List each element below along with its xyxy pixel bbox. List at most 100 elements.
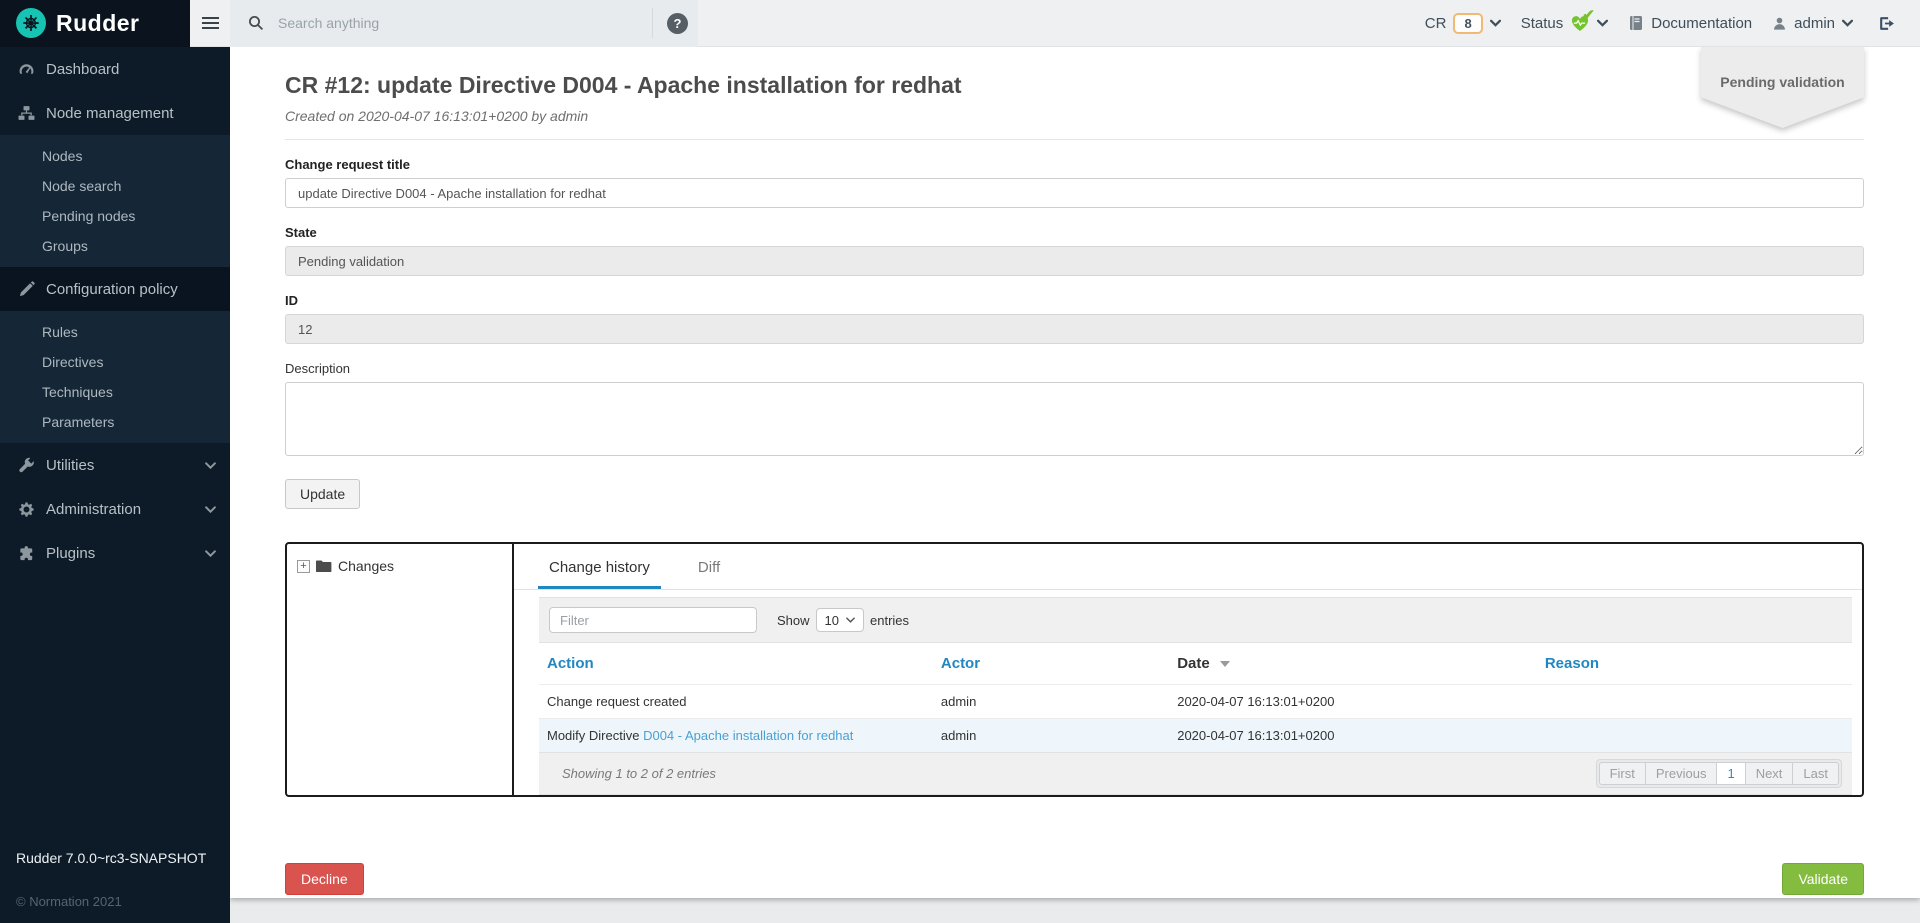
pagination: First Previous 1 Next Last xyxy=(1596,759,1842,788)
brand[interactable]: ⎈ Rudder xyxy=(0,0,190,47)
gear-icon xyxy=(18,501,35,518)
pagination-previous-button[interactable]: Previous xyxy=(1645,762,1718,785)
pagination-last-button[interactable]: Last xyxy=(1792,762,1839,785)
rudder-logo-icon: ⎈ xyxy=(16,8,46,38)
documentation-link[interactable]: Documentation xyxy=(1622,15,1758,32)
pagination-page-1-button[interactable]: 1 xyxy=(1716,762,1745,785)
documentation-label: Documentation xyxy=(1651,15,1752,32)
table-row: Modify Directive D004 - Apache installat… xyxy=(539,719,1852,753)
cr-title-label: Change request title xyxy=(285,157,1864,172)
sidebar-item-utilities[interactable]: Utilities xyxy=(0,443,230,487)
status-menu[interactable]: Status ✔ xyxy=(1515,15,1615,32)
show-label: Show xyxy=(777,613,810,628)
page-subtitle: Created on 2020-04-07 16:13:01+0200 by a… xyxy=(285,108,1864,124)
description-textarea[interactable] xyxy=(285,382,1864,456)
chevron-down-icon xyxy=(1597,19,1608,27)
book-icon xyxy=(1628,15,1644,31)
column-header-action[interactable]: Action xyxy=(539,643,933,685)
directive-link[interactable]: D004 - Apache installation for redhat xyxy=(643,728,853,743)
sidebar-item-groups[interactable]: Groups xyxy=(0,231,230,261)
sidebar-item-pending-nodes[interactable]: Pending nodes xyxy=(0,201,230,231)
tree-expand-icon[interactable]: + xyxy=(297,560,310,573)
date-cell: 2020-04-07 16:13:01+0200 xyxy=(1169,685,1537,719)
topbar: ⎈ Rudder ? CR 8 Status ✔ xyxy=(0,0,1920,47)
help-icon[interactable]: ? xyxy=(667,13,688,34)
actor-cell: admin xyxy=(933,719,1169,753)
page-size-control: Show 10 entries xyxy=(777,608,909,632)
search-input[interactable] xyxy=(278,15,638,31)
sidebar-item-node-management[interactable]: Node management xyxy=(0,91,230,135)
gauge-icon xyxy=(18,61,35,78)
column-header-date[interactable]: Date xyxy=(1169,643,1537,685)
sidebar-item-node-search[interactable]: Node search xyxy=(0,171,230,201)
table-toolbar: Show 10 entries xyxy=(539,597,1852,643)
pagination-next-button[interactable]: Next xyxy=(1745,762,1794,785)
logout-button[interactable] xyxy=(1867,15,1906,32)
sidebar-item-parameters[interactable]: Parameters xyxy=(0,407,230,437)
id-label: ID xyxy=(285,293,1864,308)
changes-panel: + Changes Change history Diff xyxy=(285,542,1864,797)
page-title: CR #12: update Directive D004 - Apache i… xyxy=(285,47,1864,99)
decline-button[interactable]: Decline xyxy=(285,863,364,895)
tab-change-history[interactable]: Change history xyxy=(538,559,661,589)
version-label: Rudder 7.0.0~rc3-SNAPSHOT xyxy=(16,850,230,866)
date-header-label: Date xyxy=(1177,655,1210,672)
change-requests-menu[interactable]: CR 8 xyxy=(1419,13,1507,34)
sidebar-item-nodes[interactable]: Nodes xyxy=(0,141,230,171)
state-ribbon-label: Pending validation xyxy=(1701,47,1864,128)
table-row: Change request created admin 2020-04-07 … xyxy=(539,685,1852,719)
chevron-down-icon xyxy=(205,462,216,469)
column-header-reason[interactable]: Reason xyxy=(1537,643,1852,685)
sidebar-item-label: Plugins xyxy=(46,545,95,562)
sidebar-item-label: Utilities xyxy=(46,457,94,474)
user-menu[interactable]: admin xyxy=(1766,15,1859,32)
validate-button[interactable]: Validate xyxy=(1782,863,1864,895)
health-heartbeat-icon: ✔ xyxy=(1570,15,1590,32)
changes-tree-label: Changes xyxy=(338,558,394,574)
sidebar-item-techniques[interactable]: Techniques xyxy=(0,377,230,407)
sidebar-item-plugins[interactable]: Plugins xyxy=(0,531,230,575)
sidebar-item-rules[interactable]: Rules xyxy=(0,317,230,347)
cr-label: CR xyxy=(1425,15,1447,32)
sidebar-item-label: Administration xyxy=(46,501,141,518)
changes-tabs: Change history Diff xyxy=(514,544,1862,590)
status-label: Status xyxy=(1521,15,1564,32)
wrench-icon xyxy=(18,457,35,474)
sidebar-item-configuration-policy[interactable]: Configuration policy xyxy=(0,267,230,311)
sidebar-item-dashboard[interactable]: Dashboard xyxy=(0,47,230,91)
status-ok-check-icon: ✔ xyxy=(1582,6,1595,24)
content-sheet: Pending validation CR #12: update Direct… xyxy=(230,47,1920,898)
filter-input[interactable] xyxy=(549,607,757,633)
menu-toggle-button[interactable] xyxy=(190,0,230,47)
column-header-actor[interactable]: Actor xyxy=(933,643,1169,685)
changes-tree: + Changes xyxy=(287,544,514,795)
changes-tree-root[interactable]: + Changes xyxy=(297,558,502,574)
page-size-select[interactable]: 10 xyxy=(816,608,864,632)
sitemap-icon xyxy=(18,105,35,122)
page-size-value: 10 xyxy=(825,613,839,628)
chevron-down-icon xyxy=(1490,19,1501,27)
sidebar-item-directives[interactable]: Directives xyxy=(0,347,230,377)
puzzle-icon xyxy=(18,545,35,562)
state-label: State xyxy=(285,225,1864,240)
folder-icon xyxy=(316,559,332,573)
pagination-first-button[interactable]: First xyxy=(1599,762,1646,785)
sidebar-item-administration[interactable]: Administration xyxy=(0,487,230,531)
cr-count-badge: 8 xyxy=(1453,13,1482,34)
reason-cell xyxy=(1537,719,1852,753)
global-search: ? xyxy=(230,0,698,47)
title-divider xyxy=(285,139,1864,140)
update-button[interactable]: Update xyxy=(285,479,360,509)
tab-diff[interactable]: Diff xyxy=(687,559,731,589)
state-ribbon: Pending validation xyxy=(1701,47,1864,128)
table-info: Showing 1 to 2 of 2 entries xyxy=(549,766,716,781)
sign-out-icon xyxy=(1877,15,1896,32)
copyright-label: © Normation 2021 xyxy=(16,894,230,909)
chevron-down-icon xyxy=(205,550,216,557)
sidebar: Dashboard Node management Nodes Node sea… xyxy=(0,47,230,923)
reason-cell xyxy=(1537,685,1852,719)
cr-title-input[interactable] xyxy=(285,178,1864,208)
action-text: Modify Directive xyxy=(547,728,643,743)
chevron-down-icon xyxy=(205,506,216,513)
chevron-down-icon xyxy=(846,617,855,623)
